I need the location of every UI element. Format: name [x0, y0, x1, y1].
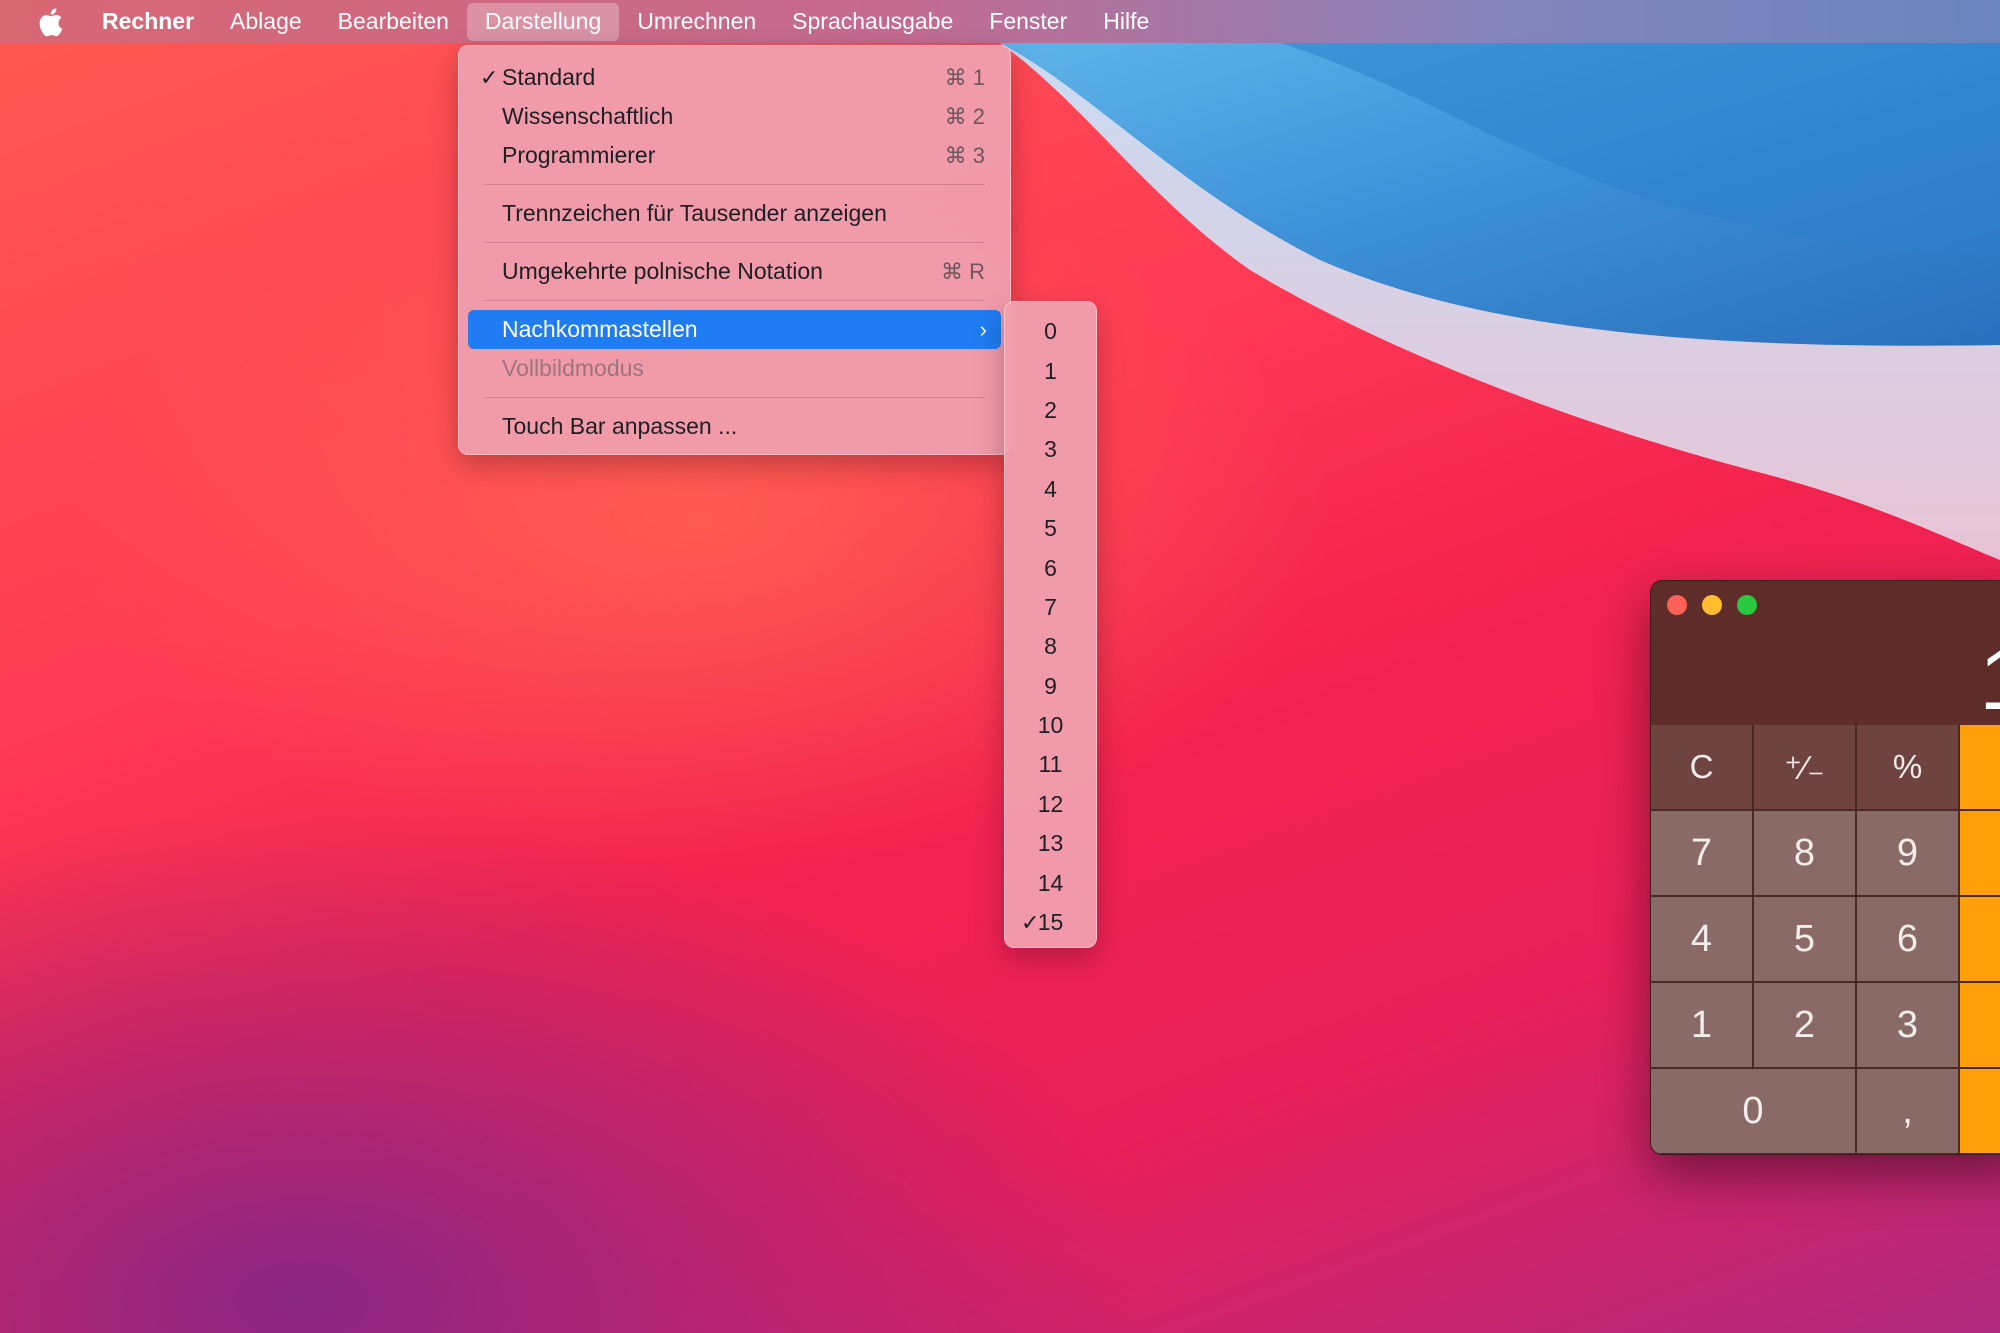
decimals-label: 15 [1037, 909, 1064, 936]
decimals-item-12[interactable]: 12 [1005, 785, 1096, 824]
calculator-display: 10 [1979, 631, 2000, 730]
clear-key[interactable]: C [1651, 725, 1754, 811]
menu-item-wissenschaftlich[interactable]: Wissenschaftlich ⌘ 2 [468, 97, 1001, 136]
menu-item-label: Touch Bar anpassen ... [502, 413, 738, 439]
decimals-item-7[interactable]: 7 [1005, 588, 1096, 627]
digit-1-key[interactable]: 1 [1651, 983, 1754, 1069]
decimals-item-0[interactable]: 0 [1005, 312, 1096, 351]
minus-key[interactable] [1960, 897, 2000, 983]
menu-item-label: Vollbildmodus [502, 355, 644, 381]
decimals-label: 6 [1044, 554, 1057, 581]
menu-item-label: Nachkommastellen [502, 316, 698, 342]
menu-item-programmierer[interactable]: Programmierer ⌘ 3 [468, 136, 1001, 175]
digit-5-key[interactable]: 5 [1754, 897, 1857, 983]
decimals-item-10[interactable]: 10 [1005, 706, 1096, 745]
apple-menu-icon[interactable] [0, 0, 100, 43]
menu-item-label: Standard [502, 64, 596, 90]
close-window-button[interactable] [1667, 595, 1687, 615]
decimals-item-4[interactable]: 4 [1005, 470, 1096, 509]
decimals-label: 13 [1037, 830, 1064, 857]
sign-toggle-key[interactable]: ⁺∕₋ [1754, 725, 1857, 811]
equals-key[interactable] [1960, 1069, 2000, 1154]
menu-separator [484, 184, 985, 185]
shortcut-label: ⌘ R [941, 258, 985, 284]
decimals-item-8[interactable]: 8 [1005, 627, 1096, 666]
shortcut-label: ⌘ 1 [944, 64, 985, 90]
digit-0-key[interactable]: 0 [1651, 1069, 1857, 1154]
menu-item-nachkommastellen[interactable]: Nachkommastellen › [468, 310, 1001, 349]
menu-separator [484, 242, 985, 243]
menu-item-rpn[interactable]: Umgekehrte polnische Notation ⌘ R [468, 252, 1001, 291]
digit-4-key[interactable]: 4 [1651, 897, 1754, 983]
decimals-item-2[interactable]: 2 [1005, 391, 1096, 430]
decimals-label: 12 [1037, 790, 1064, 817]
decimals-label: 9 [1044, 672, 1057, 699]
menu-item-label: Trennzeichen für Tausender anzeigen [502, 200, 887, 226]
multiply-key[interactable] [1960, 811, 2000, 897]
plus-key[interactable] [1960, 983, 2000, 1069]
menu-separator [484, 397, 985, 398]
minimize-window-button[interactable] [1702, 595, 1722, 615]
checkmark-icon: ✓ [1021, 909, 1040, 935]
calculator-window: 10 C ⁺∕₋ % 7 8 9 4 5 6 1 2 3 0 , [1650, 580, 2000, 1155]
apple-logo-icon [39, 7, 63, 36]
decimals-label: 11 [1038, 751, 1063, 778]
decimals-label: 5 [1044, 515, 1057, 542]
menu-item-thousands-separator[interactable]: Trennzeichen für Tausender anzeigen [468, 194, 1001, 233]
digit-7-key[interactable]: 7 [1651, 811, 1754, 897]
digit-8-key[interactable]: 8 [1754, 811, 1857, 897]
menu-bar: Rechner Ablage Bearbeiten Darstellung Um… [0, 0, 2000, 43]
digit-6-key[interactable]: 6 [1857, 897, 1960, 983]
decimals-label: 0 [1044, 318, 1057, 345]
menu-item-standard[interactable]: ✓ Standard ⌘ 1 [468, 58, 1001, 97]
menubar-item-fenster[interactable]: Fenster [971, 0, 1085, 43]
decimals-item-6[interactable]: 6 [1005, 548, 1096, 587]
decimals-item-9[interactable]: 9 [1005, 667, 1096, 706]
menu-item-touch-bar[interactable]: Touch Bar anpassen ... [468, 407, 1001, 446]
menubar-app-name[interactable]: Rechner [100, 0, 212, 43]
menubar-item-ablage[interactable]: Ablage [212, 0, 320, 43]
shortcut-label: ⌘ 3 [944, 142, 985, 168]
percent-key[interactable]: % [1857, 725, 1960, 811]
menubar-item-bearbeiten[interactable]: Bearbeiten [320, 0, 467, 43]
digit-3-key[interactable]: 3 [1857, 983, 1960, 1069]
maximize-window-button[interactable] [1737, 595, 1757, 615]
divide-key[interactable] [1960, 725, 2000, 811]
menubar-item-darstellung[interactable]: Darstellung [466, 2, 620, 41]
menu-item-label: Wissenschaftlich [502, 103, 674, 129]
digit-9-key[interactable]: 9 [1857, 811, 1960, 897]
decimals-submenu: 0 1 2 3 4 5 6 7 8 9 10 11 12 13 14 ✓ 15 [1004, 301, 1097, 948]
view-menu-dropdown: ✓ Standard ⌘ 1 Wissenschaftlich ⌘ 2 Prog… [458, 45, 1011, 455]
menu-separator [484, 300, 985, 301]
menubar-item-hilfe[interactable]: Hilfe [1085, 0, 1167, 43]
decimals-label: 4 [1044, 475, 1057, 502]
decimals-item-13[interactable]: 13 [1005, 824, 1096, 863]
decimals-label: 14 [1037, 869, 1064, 896]
checkmark-icon: ✓ [480, 64, 499, 90]
decimals-item-3[interactable]: 3 [1005, 430, 1096, 469]
decimals-item-15[interactable]: ✓ 15 [1005, 903, 1096, 942]
digit-2-key[interactable]: 2 [1754, 983, 1857, 1069]
decimal-comma-key[interactable]: , [1857, 1069, 1960, 1154]
menu-item-vollbildmodus: Vollbildmodus [468, 349, 1001, 388]
decimals-label: 10 [1037, 712, 1064, 739]
chevron-right-icon: › [979, 316, 987, 342]
decimals-item-11[interactable]: 11 [1005, 745, 1096, 784]
decimals-label: 3 [1044, 436, 1057, 463]
decimals-label: 7 [1044, 593, 1057, 620]
decimals-label: 2 [1044, 396, 1057, 423]
decimals-item-14[interactable]: 14 [1005, 863, 1096, 902]
menubar-item-sprachausgabe[interactable]: Sprachausgabe [774, 0, 971, 43]
shortcut-label: ⌘ 2 [944, 103, 985, 129]
menu-item-label: Umgekehrte polnische Notation [502, 258, 823, 284]
menubar-item-umrechnen[interactable]: Umrechnen [619, 0, 774, 43]
decimals-item-1[interactable]: 1 [1005, 351, 1096, 390]
decimals-label: 1 [1044, 357, 1057, 384]
decimals-item-5[interactable]: 5 [1005, 509, 1096, 548]
decimals-label: 8 [1044, 633, 1057, 660]
menu-item-label: Programmierer [502, 142, 656, 168]
